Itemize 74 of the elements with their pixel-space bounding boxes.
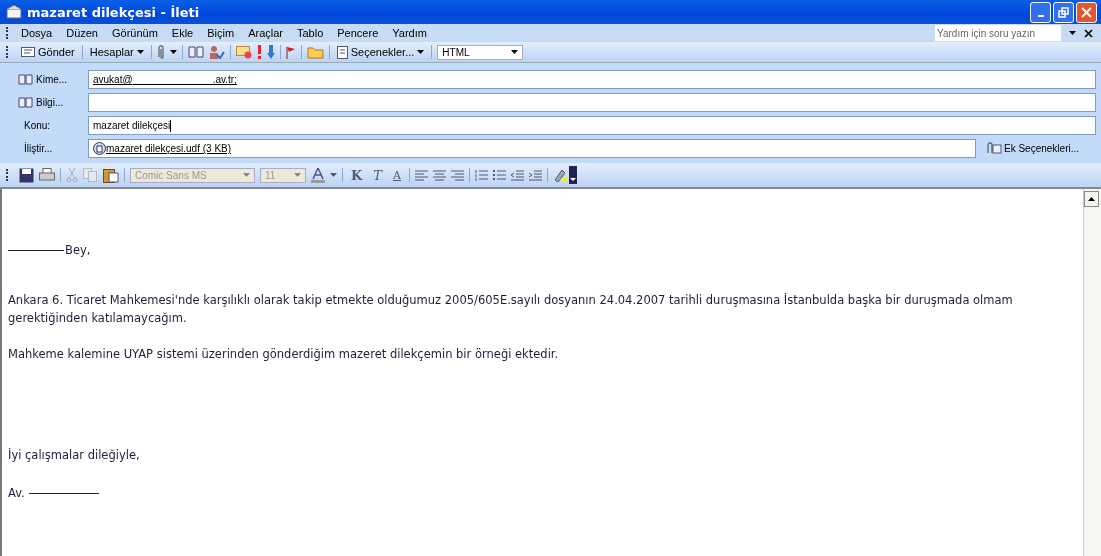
caret-icon bbox=[417, 50, 425, 54]
close-icon bbox=[1081, 6, 1092, 18]
close-button[interactable] bbox=[1076, 1, 1097, 23]
minimize-icon bbox=[1037, 14, 1044, 17]
bullet-list-icon[interactable] bbox=[492, 169, 506, 181]
paste-icon[interactable] bbox=[103, 167, 119, 183]
attachment-options-button[interactable]: Ek Seçenekleri... bbox=[976, 141, 1096, 156]
menu-item[interactable]: Pencere bbox=[330, 27, 386, 39]
align-center-icon[interactable] bbox=[432, 169, 446, 181]
minimize-button[interactable] bbox=[1030, 1, 1051, 23]
italic-button[interactable]: T bbox=[370, 167, 385, 183]
format-dropdown[interactable]: HTML bbox=[437, 44, 524, 60]
book-icon bbox=[18, 97, 33, 108]
signature-text: Av. bbox=[8, 485, 25, 502]
bold-button[interactable]: K bbox=[348, 167, 366, 183]
align-left-icon[interactable] bbox=[414, 169, 428, 181]
increase-indent-icon[interactable] bbox=[528, 169, 542, 181]
restore-icon bbox=[1058, 6, 1069, 18]
scroll-up-button[interactable] bbox=[1084, 191, 1099, 207]
book-icon[interactable] bbox=[187, 46, 204, 58]
down-arrow-icon[interactable] bbox=[266, 45, 275, 59]
accounts-button[interactable]: Hesaplar bbox=[87, 46, 146, 58]
envelope-icon bbox=[21, 47, 35, 57]
caret-icon bbox=[243, 173, 250, 177]
menu-item[interactable]: Dosya bbox=[14, 27, 60, 39]
envelope-icon bbox=[6, 5, 22, 19]
menu-item[interactable]: Düzen bbox=[59, 27, 105, 39]
envelope-icon[interactable] bbox=[235, 45, 252, 59]
flag-icon[interactable] bbox=[285, 45, 296, 59]
menu-item[interactable]: Yardım bbox=[385, 27, 434, 39]
send-button[interactable]: Gönder bbox=[19, 46, 77, 58]
body-paragraph: İyi çalışmalar dileğiyle, bbox=[8, 447, 141, 464]
caret-icon bbox=[136, 50, 144, 54]
align-right-icon[interactable] bbox=[450, 169, 464, 181]
menu-item[interactable]: Ekle bbox=[164, 27, 201, 39]
underline-button[interactable]: A bbox=[390, 168, 404, 182]
restore-button[interactable] bbox=[1053, 1, 1074, 23]
caret-icon bbox=[511, 50, 519, 54]
font-color-icon[interactable] bbox=[311, 167, 325, 183]
save-icon[interactable] bbox=[19, 167, 34, 183]
body-paragraph: Mahkeme kalemine UYAP sistemi üzerinden gönderdiğim mazeret dilekçemin bir örneği ektedir. bbox=[8, 346, 560, 363]
highlight-icon[interactable] bbox=[552, 168, 567, 182]
menu-item[interactable]: Araçlar bbox=[241, 27, 290, 39]
close-icon[interactable] bbox=[1084, 28, 1093, 38]
menu-item[interactable]: Tablo bbox=[290, 27, 331, 39]
body-paragraph: Ankara 6. Ticaret Mahkemesi'nde karşılıklı olarak takip etmekte olduğumuz 2005/605E.sayılı dosyanın 24.04.2007 tarihli duruşmasına İstanbulda başka bir duruşmada olmam gerektiğinden katılamaycağım. bbox=[8, 292, 1014, 327]
salutation-text: Bey, bbox=[65, 242, 91, 259]
input-field[interactable]: mazaret dilekçesi.udf (3 KB) bbox=[88, 139, 976, 158]
field-label: Konu: bbox=[23, 120, 52, 131]
field-label: İliştir... bbox=[23, 143, 54, 154]
input-field[interactable]: mazaret dilekçesi bbox=[88, 116, 1096, 135]
menu-item[interactable]: Biçim bbox=[200, 27, 242, 39]
address-book-button[interactable]: Bilgi... bbox=[12, 97, 88, 108]
exclamation-icon[interactable] bbox=[256, 45, 262, 59]
printer-icon[interactable] bbox=[39, 168, 55, 182]
help-search-field[interactable]: Yardım için soru yazın bbox=[935, 25, 1061, 41]
caret-icon[interactable] bbox=[169, 50, 177, 54]
redaction-line bbox=[28, 492, 99, 494]
decrease-indent-icon[interactable] bbox=[510, 169, 524, 181]
menu-item[interactable]: Görünüm bbox=[105, 27, 165, 39]
input-field[interactable]: avukat@ .av.tr; bbox=[88, 70, 1096, 89]
person-check-icon[interactable] bbox=[208, 44, 225, 60]
document-icon bbox=[336, 45, 348, 59]
caret-icon[interactable] bbox=[1069, 31, 1076, 35]
folder-icon[interactable] bbox=[306, 45, 324, 59]
paperclip-icon bbox=[986, 142, 1002, 155]
window-title: mazaret dilekçesi - İleti bbox=[27, 4, 200, 20]
caret-icon bbox=[294, 173, 301, 177]
vertical-scrollbar[interactable] bbox=[1083, 189, 1101, 556]
paperclip-icon[interactable] bbox=[156, 44, 165, 60]
redaction-line bbox=[8, 249, 64, 251]
address-book-button[interactable]: Kime... bbox=[12, 74, 88, 85]
book-icon bbox=[18, 74, 33, 85]
options-button[interactable]: Seçenekler... bbox=[334, 45, 427, 59]
